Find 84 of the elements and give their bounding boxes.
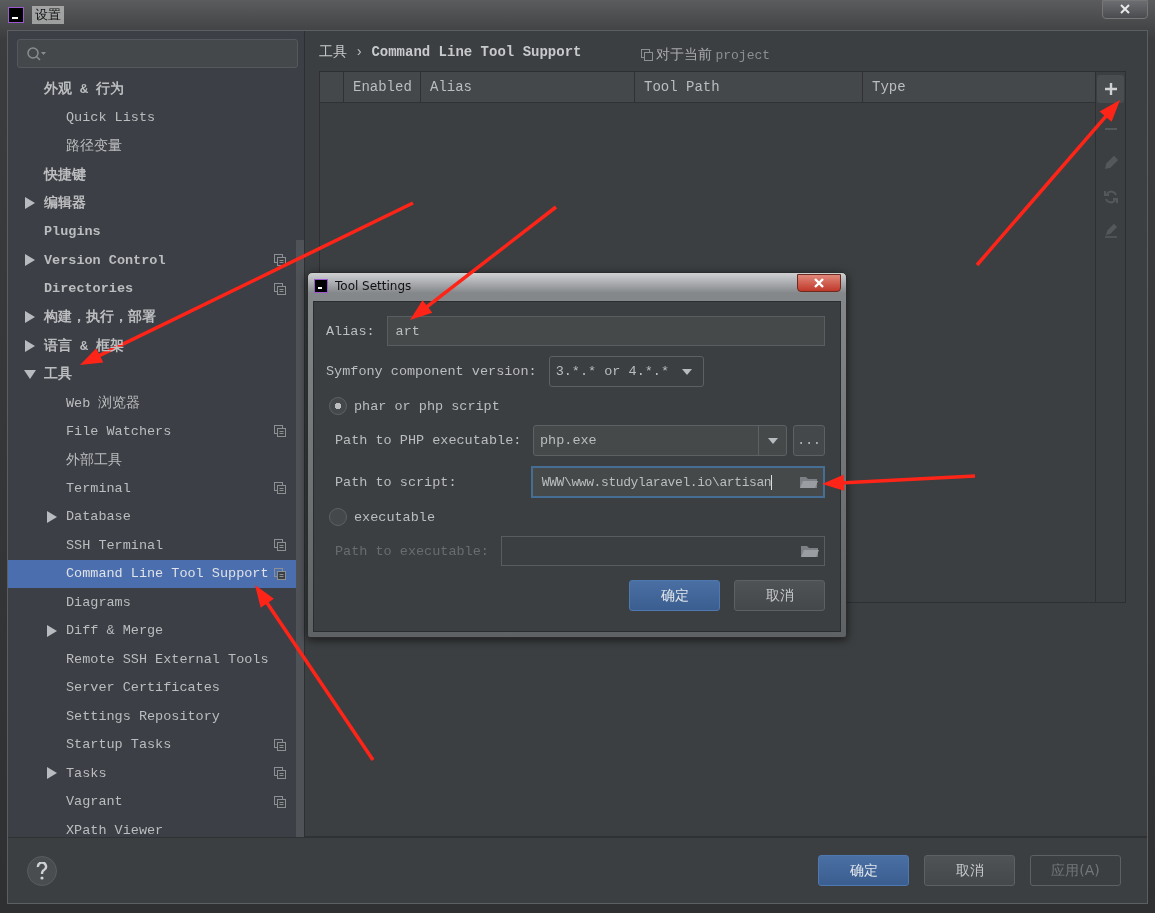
tree-item[interactable]: Diff & Merge: [8, 616, 296, 645]
column-header[interactable]: Type: [863, 72, 1095, 102]
tree-item[interactable]: Quick Lists: [8, 103, 296, 132]
tree-item[interactable]: Diagrams: [8, 588, 296, 617]
tree-item[interactable]: 外观 & 行为: [8, 75, 296, 104]
tree-item[interactable]: Settings Repository: [8, 702, 296, 731]
php-executable-dropdown[interactable]: php.exe: [533, 425, 788, 456]
caret-icon: [766, 436, 779, 445]
tree-item[interactable]: 快捷键: [8, 160, 296, 189]
ok-button[interactable]: 确定: [629, 580, 720, 611]
column-header[interactable]: Alias: [421, 72, 635, 102]
tree-item[interactable]: 外部工具: [8, 445, 296, 474]
close-icon: [1119, 4, 1131, 14]
search-icon: [26, 45, 48, 62]
question-icon: [35, 861, 49, 880]
tree-item[interactable]: Startup Tasks: [8, 730, 296, 759]
cancel-button[interactable]: 取消: [734, 580, 825, 611]
scope-name: project: [715, 47, 771, 63]
alias-field[interactable]: art: [386, 316, 825, 346]
tree-item[interactable]: Command Line Tool Support: [8, 559, 296, 588]
folder-icon[interactable]: [800, 544, 820, 558]
tree-item[interactable]: Directories: [8, 274, 296, 303]
radio-label[interactable]: phar or php script: [354, 398, 500, 414]
expand-icon[interactable]: [24, 339, 36, 352]
column-header[interactable]: Tool Path: [635, 72, 863, 102]
app-logo-icon: [314, 278, 328, 293]
window-title: 设置: [32, 6, 64, 24]
collapse-icon[interactable]: [24, 368, 36, 381]
add-button[interactable]: [1097, 75, 1124, 103]
refresh-icon: [1102, 189, 1119, 205]
script-path-label: Path to script:: [335, 474, 458, 490]
expand-icon[interactable]: [24, 254, 36, 267]
close-button[interactable]: [1102, 0, 1148, 19]
tree-item[interactable]: Web 浏览器: [8, 388, 296, 417]
tree-item[interactable]: 编辑器: [8, 189, 296, 218]
copy-icon: [641, 49, 654, 61]
ok-button[interactable]: 确定: [818, 855, 909, 886]
tree-item[interactable]: XPath Viewer: [8, 816, 296, 845]
browse-button[interactable]: ...: [793, 425, 825, 456]
caret-icon: [681, 367, 694, 376]
tree-item[interactable]: Version Control: [8, 246, 296, 275]
alias-label: Alias:: [326, 323, 375, 339]
radio-button[interactable]: [329, 508, 347, 526]
tree-item[interactable]: Remote SSH External Tools: [8, 645, 296, 674]
search-field[interactable]: [17, 39, 298, 68]
tree-item[interactable]: Vagrant: [8, 787, 296, 816]
tree-item[interactable]: 路径变量: [8, 132, 296, 161]
breadcrumb-section: 工具: [319, 43, 347, 61]
executable-path-field[interactable]: [500, 536, 825, 566]
tree-item[interactable]: File Watchers: [8, 417, 296, 446]
tree-item[interactable]: Tasks: [8, 759, 296, 788]
close-icon: [813, 277, 825, 288]
tree-item[interactable]: Terminal: [8, 474, 296, 503]
scope-label: 对于当前: [656, 46, 713, 64]
tree-item[interactable]: Server Certificates: [8, 673, 296, 702]
tree-item[interactable]: SSH Terminal: [8, 531, 296, 560]
dialog-title: Tool Settings: [335, 278, 412, 293]
version-dropdown[interactable]: 3.*.* or 4.*.*: [548, 356, 704, 387]
scrollbar-thumb[interactable]: [296, 240, 304, 837]
plus-icon: [1102, 81, 1119, 97]
tree-item[interactable]: Database: [8, 502, 296, 531]
page-title: Command Line Tool Support: [371, 44, 582, 60]
expand-icon[interactable]: [46, 510, 58, 523]
cancel-button[interactable]: 取消: [924, 855, 1015, 886]
column-header[interactable]: Enabled: [344, 72, 421, 102]
pencil-icon: [1102, 155, 1119, 171]
expand-icon[interactable]: [24, 197, 36, 210]
expand-icon[interactable]: [24, 311, 36, 324]
expand-icon[interactable]: [46, 767, 58, 780]
folder-icon[interactable]: [799, 475, 819, 489]
version-label: Symfony component version:: [326, 364, 537, 379]
close-button[interactable]: [797, 273, 841, 292]
radio-label[interactable]: executable: [354, 509, 435, 525]
help-button[interactable]: [27, 855, 57, 886]
tree-item[interactable]: 工具: [8, 360, 296, 389]
radio-button[interactable]: [329, 397, 347, 415]
tree-item[interactable]: 构建，执行，部署: [8, 303, 296, 332]
php-executable-label: Path to PHP executable:: [335, 433, 521, 448]
expand-icon[interactable]: [46, 624, 58, 637]
tree-item[interactable]: Plugins: [8, 217, 296, 246]
pencil-underline-icon: [1102, 223, 1119, 239]
breadcrumb-separator: ›: [355, 44, 364, 60]
script-path-field[interactable]: WWW\www.studylaravel.io\artisan: [530, 466, 825, 498]
app-logo-icon: [8, 7, 24, 23]
